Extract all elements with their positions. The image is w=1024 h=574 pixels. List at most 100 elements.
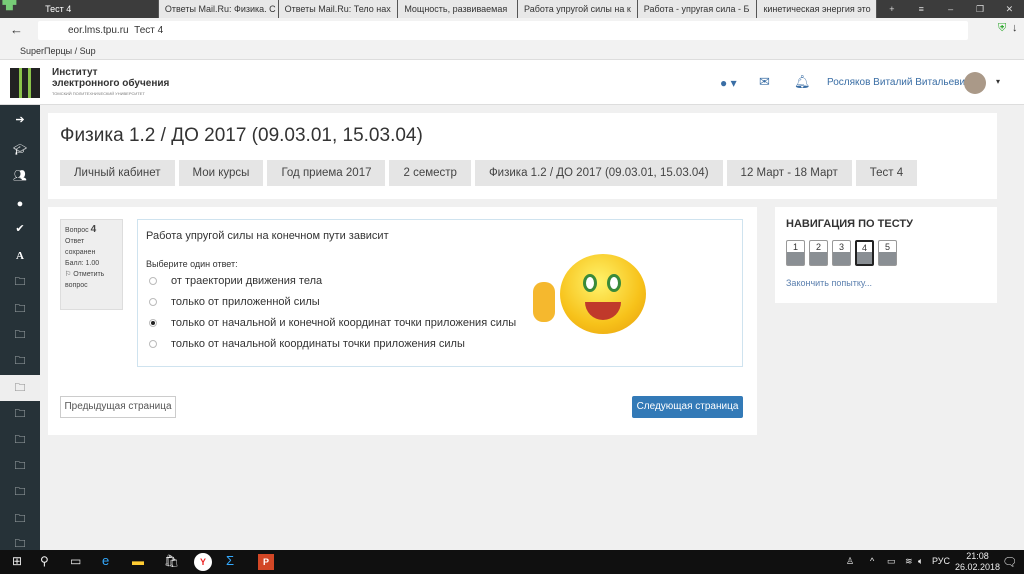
bookmark-item[interactable]: SuperПерцы / Sup (0, 43, 1024, 60)
task-view-icon[interactable]: ▭ (70, 554, 81, 568)
tab[interactable]: Работа - упругая сила - Б (637, 0, 758, 18)
question-info: Вопрос 4 Ответ сохранен Балл: 1.00 ⚐ Отм… (60, 219, 123, 310)
radio-button[interactable] (149, 340, 157, 348)
question-score: Балл: 1.00 (65, 260, 100, 267)
folder-icon[interactable]: 🗀 (0, 453, 40, 479)
logo[interactable] (10, 68, 40, 98)
sidebar: ➔ 🎓︎ 👥︎ ● ✔ A 🗀 🗀 🗀 🗀 🗀 🗀 🗀 🗀 🗀 🗀 🗀 (0, 105, 40, 550)
tab[interactable]: Ответы Mail.Ru: Физика. С (158, 0, 279, 18)
question-state: Ответ сохранен (65, 238, 96, 256)
finish-attempt-link[interactable]: Закончить попытку... (786, 278, 872, 288)
quiz-page-button[interactable]: 3 (832, 240, 851, 266)
download-icon[interactable]: ↓ (1012, 22, 1018, 34)
quiz-navigation-title: НАВИГАЦИЯ ПО ТЕСТУ (786, 218, 913, 230)
site-header: Институт электронного обучения ТОМСКИЙ ПО… (0, 60, 1024, 105)
answer-option[interactable]: от траектории движения тела (147, 275, 322, 287)
url-field[interactable]: eor.lms.tpu.ru Тест 4 (38, 21, 968, 40)
minimize-button[interactable]: – (936, 0, 965, 18)
toggle-sidebar-icon[interactable]: ➔ (0, 107, 40, 133)
answer-prompt: Выберите один ответ: (146, 259, 238, 269)
notifications-bell-icon[interactable]: 🔔︎ (794, 74, 811, 90)
store-icon[interactable]: 🛍︎ (164, 554, 179, 568)
smiley-thumbs-up-image (533, 252, 653, 336)
flag-question-link[interactable]: ⚐ Отметить вопрос (65, 269, 118, 291)
check-circle-icon[interactable]: ✔ (0, 216, 40, 242)
next-page-button[interactable]: Следующая страница (632, 396, 743, 418)
breadcrumb-item[interactable]: Тест 4 (855, 160, 918, 186)
edge-icon[interactable]: e (102, 553, 109, 568)
page-title: Физика 1.2 / ДО 2017 (09.03.01, 15.03.04… (60, 125, 423, 146)
tab[interactable]: кинетическая энергия это (757, 0, 878, 18)
browser-tab-bar: ▜▛ Тест 4 Ответы Mail.Ru: Физика. С Отве… (0, 0, 1024, 18)
back-icon[interactable]: ← (10, 22, 23, 37)
folder-icon[interactable]: 🗀 (0, 269, 40, 295)
menu-icon[interactable]: ≡ (907, 0, 936, 18)
folder-icon[interactable]: 🗀 (0, 506, 40, 532)
tab[interactable]: Работа упругой силы на к (518, 0, 638, 18)
folder-icon[interactable]: 🗀 (0, 479, 40, 505)
folder-icon[interactable]: 🗀 (0, 322, 40, 348)
tab[interactable]: Ответы Mail.Ru: Тело нах (278, 0, 399, 18)
font-icon[interactable]: A (0, 243, 40, 269)
logo-text: Институт электронного обучения (52, 67, 170, 89)
app-icon: ▜▛ (0, 0, 17, 10)
breadcrumb-item[interactable]: Мои курсы (178, 160, 264, 186)
flag-icon: ⚐ (65, 271, 72, 278)
clock[interactable]: 21:08 26.02.2018 (955, 551, 1000, 573)
breadcrumb-item[interactable]: 2 семестр (389, 160, 471, 186)
circle-icon[interactable]: ● (0, 191, 40, 217)
url-text: eor.lms.tpu.ru (68, 25, 129, 36)
previous-page-button[interactable]: Предыдущая страница (60, 396, 176, 418)
volume-icon[interactable]: 🔈︎ (918, 556, 923, 567)
users-icon[interactable]: 👥︎ (0, 163, 40, 189)
user-name[interactable]: Росляков Виталий Витальевич (827, 77, 970, 88)
logo-subtitle: ТОМСКИЙ ПОЛИТЕХНИЧЕСКИЙ УНИВЕРСИТЕТ (52, 91, 145, 96)
folder-icon[interactable]: 🗀 (0, 348, 40, 374)
notifications-icon[interactable]: 🗨︎ (1002, 555, 1017, 569)
maximize-button[interactable]: ❐ (965, 0, 994, 18)
quiz-page-button-current[interactable]: 4 (855, 240, 874, 266)
question-number: 4 (90, 224, 97, 235)
folder-icon[interactable]: 🗀 (0, 296, 40, 322)
messages-icon[interactable]: ✉ (759, 74, 770, 90)
breadcrumb-item[interactable]: Год приема 2017 (267, 160, 386, 186)
quiz-page-button[interactable]: 2 (809, 240, 828, 266)
yandex-browser-icon[interactable]: Y (194, 553, 212, 571)
question-label: Вопрос (65, 227, 89, 234)
radio-button[interactable] (149, 277, 157, 285)
wifi-icon[interactable]: ≋ (905, 556, 913, 567)
new-tab-button[interactable]: + (877, 0, 906, 18)
folder-icon[interactable]: 🗀 (0, 427, 40, 453)
course-header-card: Физика 1.2 / ДО 2017 (09.03.01, 15.03.04… (48, 113, 997, 199)
battery-icon[interactable]: ▭ (887, 556, 896, 567)
search-icon[interactable]: ⚲ (40, 554, 49, 568)
shield-icon[interactable]: ⛨ (998, 22, 1006, 35)
question-text: Работа упругой силы на конечном пути зав… (146, 230, 389, 242)
tab[interactable]: Мощность, развиваемая (398, 0, 519, 18)
breadcrumb-item[interactable]: 12 Март - 18 Март (726, 160, 852, 186)
language-globe-icon[interactable]: ● ▾ (720, 76, 737, 90)
user-menu-chevron-icon[interactable]: ▾ (996, 77, 1000, 86)
answer-option[interactable]: только от приложенной силы (147, 296, 320, 308)
show-hidden-icons[interactable]: ^ (870, 556, 874, 566)
answer-option-selected[interactable]: только от начальной и конечной координат… (147, 317, 516, 329)
radio-button-checked[interactable] (149, 319, 157, 327)
folder-icon[interactable]: 🗀 (0, 401, 40, 427)
answer-option[interactable]: только от начальной координаты точки при… (147, 338, 465, 350)
windows-start-icon[interactable]: ⊞ (12, 554, 22, 568)
breadcrumb-item[interactable]: Личный кабинет (60, 160, 175, 186)
radio-button[interactable] (149, 298, 157, 306)
close-button[interactable]: ✕ (995, 0, 1024, 18)
tab-active[interactable]: Тест 4 (39, 0, 159, 18)
avatar[interactable] (964, 72, 986, 94)
sigma-app-icon[interactable]: Σ (226, 553, 234, 568)
powerpoint-icon[interactable]: P (258, 554, 274, 570)
explorer-folder-icon[interactable]: ▬ (132, 554, 144, 568)
graduation-cap-icon[interactable]: 🎓︎ (0, 137, 40, 163)
quiz-page-button[interactable]: 1 (786, 240, 805, 266)
language-indicator[interactable]: РУС (932, 556, 950, 566)
folder-icon-active[interactable]: 🗀 (0, 375, 40, 401)
people-icon[interactable]: ♙ (846, 556, 854, 567)
breadcrumb-item[interactable]: Физика 1.2 / ДО 2017 (09.03.01, 15.03.04… (474, 160, 723, 186)
quiz-page-button[interactable]: 5 (878, 240, 897, 266)
